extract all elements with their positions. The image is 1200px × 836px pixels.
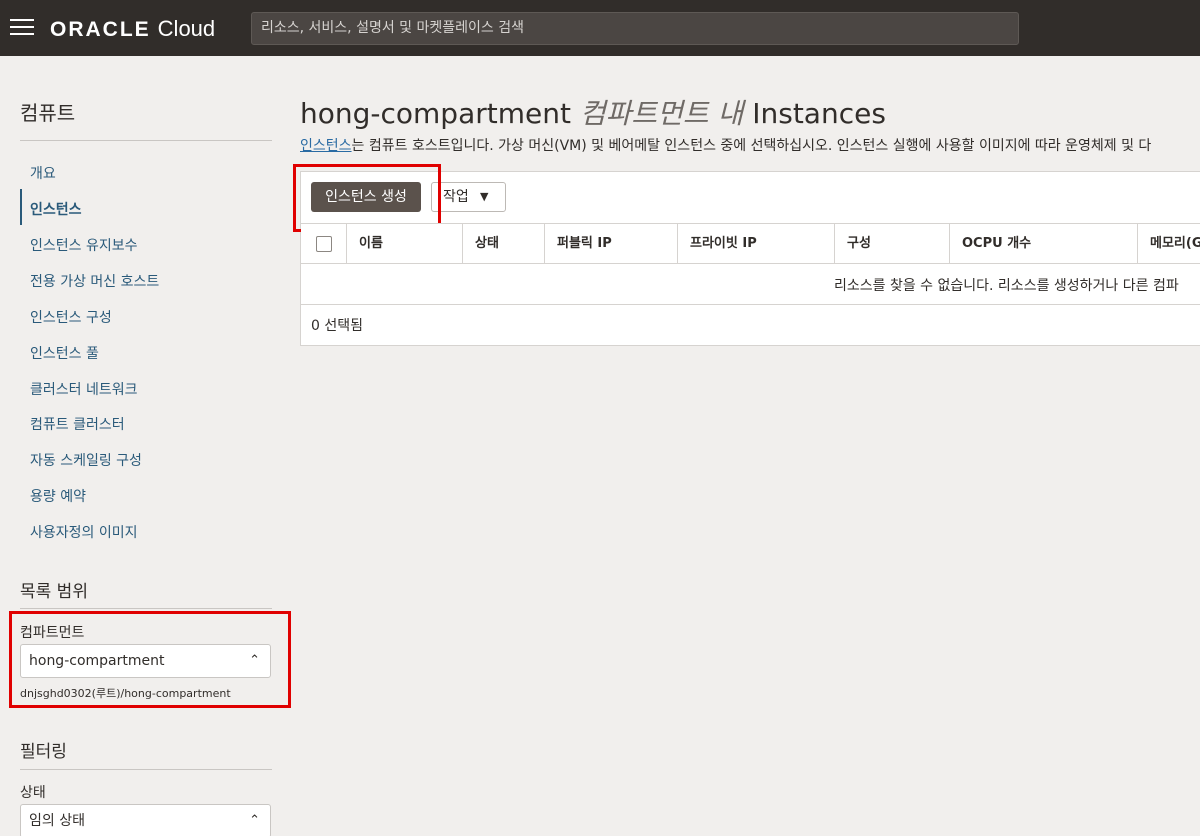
select-all-checkbox[interactable]: [316, 236, 332, 252]
sidebar-title: 컴퓨트: [20, 101, 76, 125]
caret-down-icon: ▼: [480, 190, 489, 203]
sidebar-item-instance-pools[interactable]: 인스턴스 풀: [30, 343, 99, 363]
instances-doc-link[interactable]: 인스턴스: [300, 138, 352, 154]
page-title-italic: 컴파트먼트 내: [579, 97, 744, 130]
sidebar-item-instance-configurations[interactable]: 인스턴스 구성: [30, 307, 112, 327]
empty-table-message: 리소스를 찾을 수 없습니다. 리소스를 생성하거나 다른 컴파: [834, 278, 1179, 294]
highlight-box: [9, 611, 291, 708]
actions-button-label: 작업: [443, 189, 469, 205]
logo-product: Cloud: [157, 16, 216, 41]
state-label: 상태: [20, 785, 46, 801]
column-header-memory[interactable]: 메모리(G: [1137, 224, 1200, 263]
table-header: 이름 상태 퍼블릭 IP 프라이빗 IP 구성 OCPU 개수 메모리(G: [301, 223, 1200, 264]
divider: [20, 769, 272, 770]
filter-title: 필터링: [20, 742, 67, 762]
column-header-public-ip[interactable]: 퍼블릭 IP: [544, 224, 679, 263]
sidebar-item-instance-maintenance[interactable]: 인스턴스 유지보수: [30, 235, 138, 255]
description-text: 는 컴퓨트 호스트입니다. 가상 머신(VM) 및 베어메탈 인스턴스 중에 선…: [351, 138, 1152, 154]
column-header-shape[interactable]: 구성: [834, 224, 950, 263]
active-indicator: [20, 189, 22, 225]
sidebar-item-custom-images[interactable]: 사용자정의 이미지: [30, 522, 138, 542]
divider: [301, 304, 1200, 305]
sidebar-item-cluster-networks[interactable]: 클러스터 네트워크: [30, 379, 138, 399]
highlight-box: [293, 164, 441, 232]
logo-brand: ORACLE: [50, 18, 151, 41]
page-title-suffix: Instances: [752, 97, 886, 130]
sidebar-item-instances[interactable]: 인스턴스: [30, 199, 82, 219]
column-header-ocpu[interactable]: OCPU 개수: [949, 224, 1139, 263]
menu-icon[interactable]: [10, 19, 34, 37]
oracle-cloud-logo[interactable]: ORACLE Cloud: [50, 16, 215, 43]
page-title-name: hong-compartment: [300, 97, 571, 130]
sidebar-item-capacity-reservations[interactable]: 용량 예약: [30, 486, 86, 506]
page-description: 인스턴스는 컴퓨트 호스트입니다. 가상 머신(VM) 및 베어메탈 인스턴스 …: [300, 135, 1151, 155]
actions-button[interactable]: 작업 ▼: [431, 182, 506, 212]
state-select[interactable]: 임의 상태 ⌃: [20, 804, 271, 836]
divider: [20, 608, 272, 609]
search-input[interactable]: 리소스, 서비스, 설명서 및 마켓플레이스 검색: [251, 12, 1019, 45]
chevron-up-down-icon: ⌃: [249, 813, 260, 828]
column-header-private-ip[interactable]: 프라이빗 IP: [677, 224, 835, 263]
top-navigation-bar: ORACLE Cloud 리소스, 서비스, 설명서 및 마켓플레이스 검색: [0, 0, 1200, 56]
sidebar-item-compute-clusters[interactable]: 컴퓨트 클러스터: [30, 414, 125, 434]
state-select-value: 임의 상태: [29, 813, 85, 829]
sidebar-item-dedicated-vm-hosts[interactable]: 전용 가상 머신 호스트: [30, 271, 159, 291]
page-title: hong-compartment 컴파트먼트 내 Instances: [300, 92, 886, 132]
sidebar-item-autoscaling[interactable]: 자동 스케일링 구성: [30, 450, 142, 470]
selected-count: 0 선택됨: [311, 318, 363, 334]
divider: [20, 140, 272, 141]
column-header-name[interactable]: 이름: [346, 224, 463, 263]
list-scope-title: 목록 범위: [20, 582, 88, 602]
column-header-state[interactable]: 상태: [462, 224, 545, 263]
sidebar-item-overview[interactable]: 개요: [30, 163, 56, 183]
